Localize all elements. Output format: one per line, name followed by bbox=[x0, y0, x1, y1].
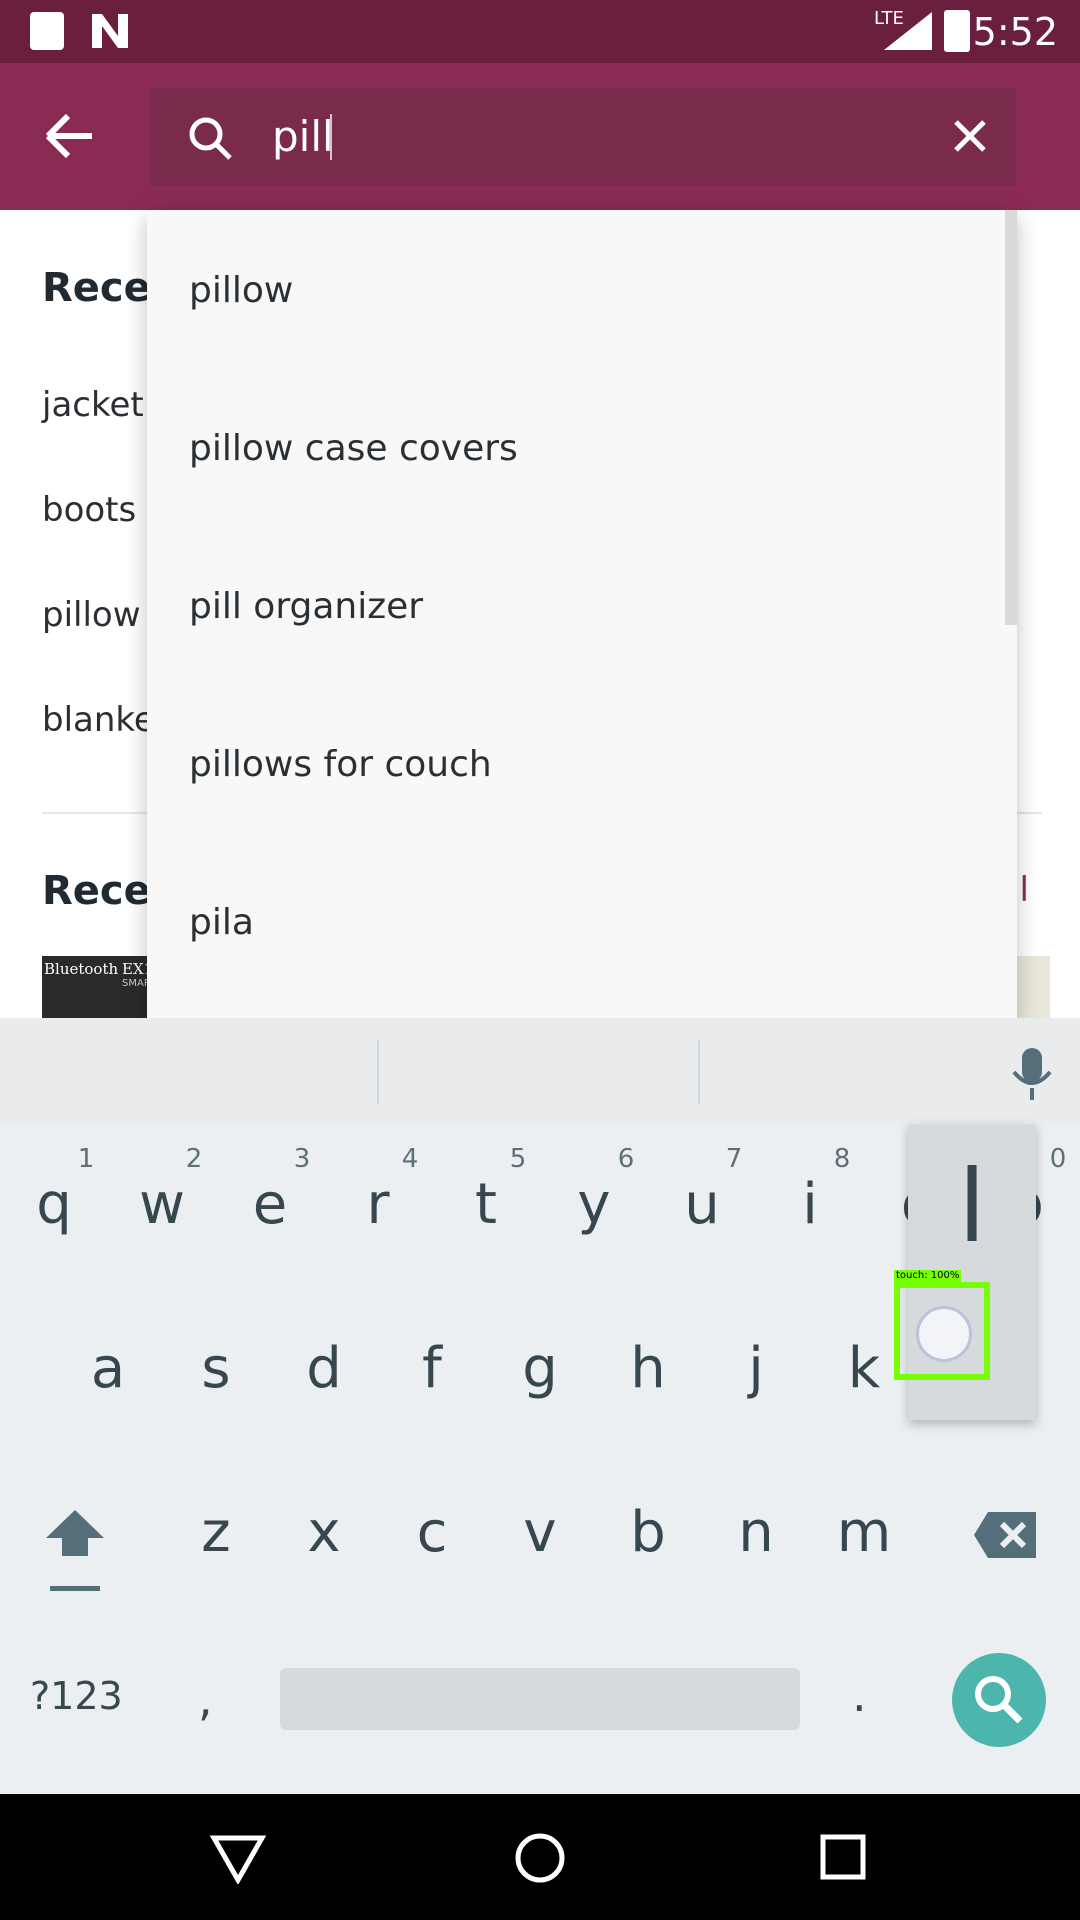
notification-n-icon bbox=[90, 12, 130, 50]
battery-charging-icon bbox=[944, 10, 970, 52]
key-i[interactable]: i bbox=[770, 1172, 850, 1237]
key-hint: 8 bbox=[833, 1144, 851, 1174]
key-hint: 3 bbox=[293, 1144, 311, 1174]
key-b[interactable]: b bbox=[608, 1500, 688, 1565]
key-x[interactable]: x bbox=[284, 1500, 364, 1565]
back-nav-icon[interactable] bbox=[209, 1834, 267, 1886]
recent-search-item[interactable]: blanke bbox=[42, 700, 155, 740]
key-y[interactable]: y bbox=[554, 1172, 634, 1237]
suggestion-item[interactable]: pillow case covers bbox=[189, 426, 518, 472]
key-c[interactable]: c bbox=[392, 1500, 472, 1565]
key-m[interactable]: m bbox=[824, 1500, 904, 1565]
suggestion-strip bbox=[0, 1018, 1080, 1123]
search-icon bbox=[186, 114, 234, 162]
search-action-key[interactable] bbox=[952, 1653, 1046, 1747]
touch-label: touch: 100% bbox=[894, 1270, 962, 1282]
key-hint: 7 bbox=[725, 1144, 743, 1174]
thumbnail-text: Bluetooth bbox=[44, 960, 119, 978]
suggestions-dropdown: pillow pillow case covers pill organizer… bbox=[147, 210, 1017, 1018]
home-nav-icon[interactable] bbox=[514, 1832, 566, 1884]
text-caret bbox=[330, 114, 332, 160]
product-thumbnail[interactable]: Bluetooth EX1 SMAR bbox=[42, 956, 152, 1018]
symbols-key[interactable]: ?123 bbox=[30, 1674, 123, 1718]
key-n[interactable]: n bbox=[716, 1500, 796, 1565]
key-t[interactable]: t bbox=[446, 1172, 526, 1237]
key-hint: 5 bbox=[509, 1144, 527, 1174]
suggestion-item[interactable]: pill organizer bbox=[189, 584, 423, 630]
touch-box bbox=[894, 1282, 990, 1380]
key-g[interactable]: g bbox=[500, 1336, 580, 1401]
back-arrow-icon[interactable] bbox=[44, 110, 96, 162]
search-icon bbox=[975, 1676, 1023, 1724]
backspace-icon[interactable] bbox=[972, 1510, 1038, 1560]
key-k[interactable]: k bbox=[824, 1336, 904, 1401]
strip-divider bbox=[698, 1040, 700, 1104]
key-f[interactable]: f bbox=[392, 1336, 472, 1401]
suggestion-item[interactable]: pillows for couch bbox=[189, 742, 492, 788]
recent-search-item[interactable]: pillow bbox=[42, 595, 141, 635]
suggestion-item[interactable]: pila bbox=[189, 900, 254, 946]
key-r[interactable]: r bbox=[338, 1172, 418, 1237]
microphone-icon[interactable] bbox=[1010, 1046, 1054, 1102]
key-s[interactable]: s bbox=[176, 1336, 256, 1401]
key-z[interactable]: z bbox=[176, 1500, 256, 1565]
signal-icon bbox=[884, 12, 932, 50]
recents-nav-icon[interactable] bbox=[820, 1834, 866, 1880]
status-time: 5:52 bbox=[972, 10, 1058, 54]
dropdown-scrollbar[interactable] bbox=[1005, 210, 1017, 625]
key-hint: 0 bbox=[1049, 1144, 1067, 1174]
key-v[interactable]: v bbox=[500, 1500, 580, 1565]
comma-key[interactable]: , bbox=[198, 1672, 213, 1726]
key-q[interactable]: q bbox=[14, 1172, 94, 1237]
key-preview-letter: l bbox=[958, 1148, 986, 1265]
period-key[interactable]: . bbox=[852, 1668, 867, 1722]
recent-search-item[interactable]: boots bbox=[42, 490, 136, 530]
key-hint: 1 bbox=[77, 1144, 95, 1174]
suggestion-item[interactable]: pillow bbox=[189, 268, 293, 314]
spacebar[interactable] bbox=[280, 1668, 800, 1730]
recent-search-item[interactable]: jacket bbox=[42, 385, 144, 425]
strip-divider bbox=[377, 1040, 379, 1104]
clear-icon[interactable] bbox=[950, 116, 990, 156]
sd-card-icon bbox=[30, 12, 64, 50]
shift-icon[interactable] bbox=[42, 1506, 108, 1596]
key-hint: 4 bbox=[401, 1144, 419, 1174]
key-w[interactable]: w bbox=[122, 1172, 202, 1237]
key-u[interactable]: u bbox=[662, 1172, 742, 1237]
product-thumbnail[interactable] bbox=[1016, 956, 1050, 1018]
key-hint: 2 bbox=[185, 1144, 203, 1174]
search-input[interactable]: pill bbox=[272, 110, 334, 164]
key-a[interactable]: a bbox=[68, 1336, 148, 1401]
key-hint: 6 bbox=[617, 1144, 635, 1174]
key-e[interactable]: e bbox=[230, 1172, 310, 1237]
key-d[interactable]: d bbox=[284, 1336, 364, 1401]
key-h[interactable]: h bbox=[608, 1336, 688, 1401]
key-j[interactable]: j bbox=[716, 1336, 796, 1401]
